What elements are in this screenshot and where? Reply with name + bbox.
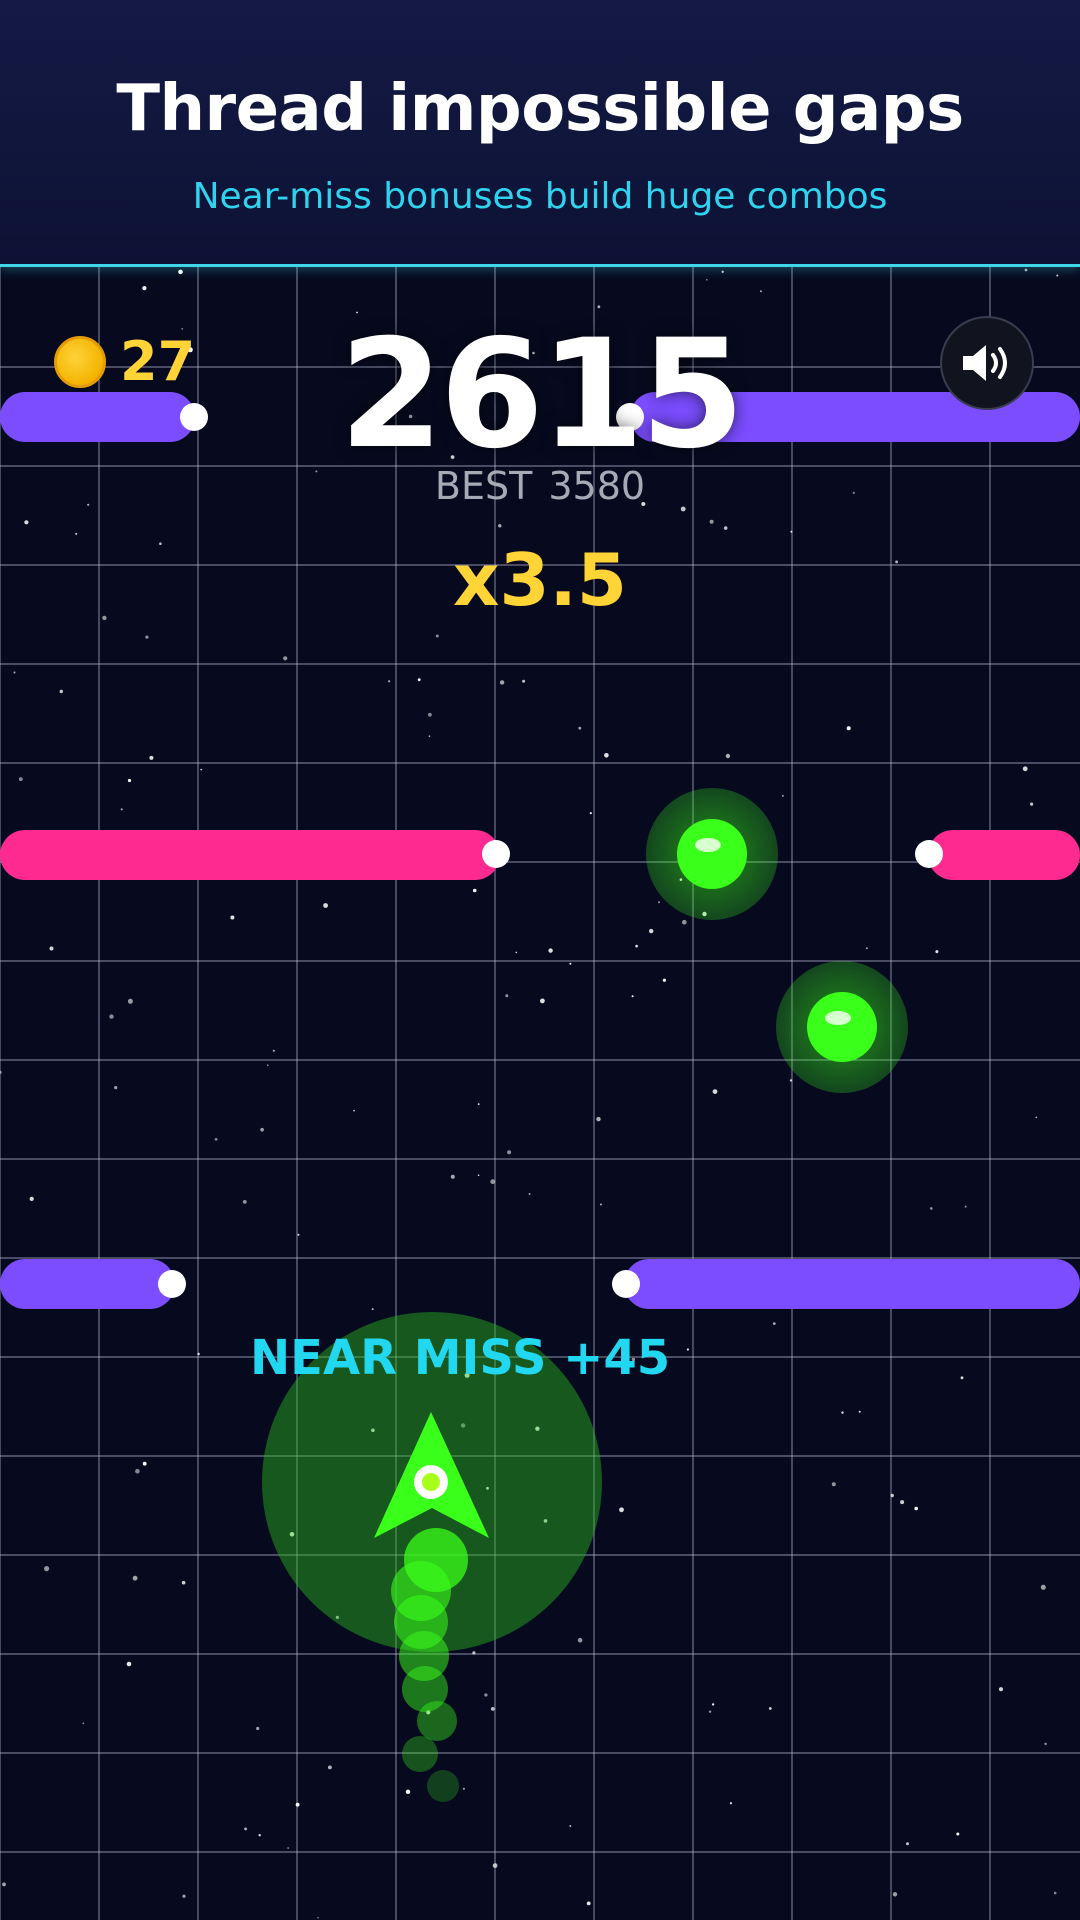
barrier-right xyxy=(928,830,1080,880)
barrier-row-bottom xyxy=(0,1259,1080,1309)
combo-multiplier: x3.5 xyxy=(453,538,627,622)
promo-banner: Thread impossible gaps Near-miss bonuses… xyxy=(0,0,1080,267)
starfield xyxy=(0,268,1059,1919)
near-miss-popup: NEAR MISS +45 xyxy=(250,1330,671,1386)
score-display: 2615 xyxy=(339,308,744,482)
best-value: 3580 xyxy=(548,464,646,508)
playfield-canvas xyxy=(0,267,1080,1920)
barrier-left xyxy=(0,830,500,880)
barrier-end-cap xyxy=(915,840,943,868)
barrier-end-cap xyxy=(158,1270,186,1298)
banner-subtitle: Near-miss bonuses build huge combos xyxy=(192,176,888,217)
green-orb xyxy=(776,961,908,1093)
green-orb xyxy=(646,788,778,920)
best-label: BEST xyxy=(434,464,533,508)
barrier-right xyxy=(624,1259,1080,1309)
barrier-end-cap xyxy=(482,840,510,868)
game-playfield[interactable] xyxy=(0,267,1080,1920)
background-grid xyxy=(0,267,1080,1920)
barrier-row-middle xyxy=(0,830,1080,880)
barrier-end-cap xyxy=(612,1270,640,1298)
best-score: BEST 3580 xyxy=(0,464,1080,508)
banner-title: Thread impossible gaps xyxy=(116,72,964,146)
player-trail xyxy=(391,1528,468,1802)
barrier-left xyxy=(0,1259,175,1309)
